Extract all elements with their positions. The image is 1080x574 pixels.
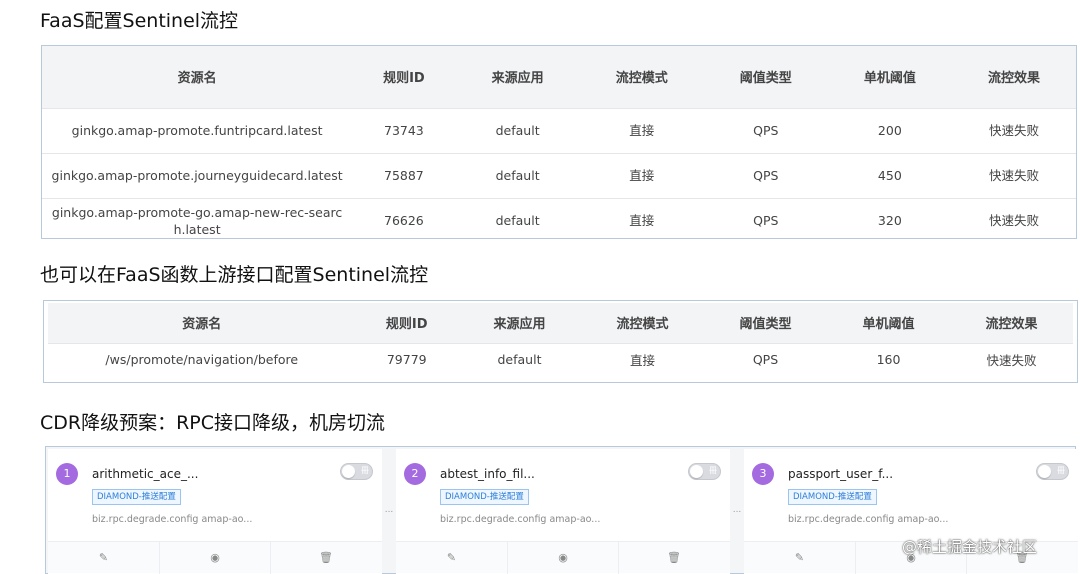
cell-flow-effect: 快速失败 <box>950 342 1073 376</box>
toggle-label: 冊 <box>1057 466 1065 475</box>
cell-flow-effect: 快速失败 <box>951 152 1076 198</box>
card-index-badge: 3 <box>752 463 774 485</box>
cell-threshold-type: QPS <box>703 152 828 198</box>
delete-icon[interactable]: 🗑 <box>618 542 729 574</box>
card-title[interactable]: abtest_info_fil... <box>440 467 535 481</box>
card-enable-toggle[interactable]: 冊 <box>1036 463 1069 480</box>
card-enable-toggle[interactable]: 冊 <box>340 463 373 480</box>
cell-source-app: default <box>455 107 580 153</box>
card-description: biz.rpc.degrade.config amap-ao... <box>92 514 253 525</box>
table-row: ginkgo.amap-promote-go.amap-new-rec-sear… <box>42 197 1076 243</box>
cell-rule-id: 75887 <box>352 152 456 198</box>
view-icon[interactable]: ◉ <box>159 542 270 574</box>
cell-flow-mode: 直接 <box>581 342 704 376</box>
card-index-badge: 2 <box>404 463 426 485</box>
cell-resource-name: ginkgo.amap-promote.funtripcard.latest <box>42 107 353 153</box>
edit-icon[interactable]: ✎ <box>744 542 855 574</box>
card-description: biz.rpc.degrade.config amap-ao... <box>788 514 949 525</box>
card-enable-toggle[interactable]: 冊 <box>688 463 721 480</box>
section1-heading: FaaS配置Sentinel流控 <box>40 10 239 32</box>
cell-source-app: default <box>455 152 580 198</box>
card-actions: ✎ ◉ 🗑 <box>48 541 382 574</box>
col-flow-mode: 流控模式 <box>581 303 704 343</box>
col-flow-effect: 流控效果 <box>951 46 1076 108</box>
cell-flow-mode: 直接 <box>579 197 704 243</box>
cell-threshold-value: 200 <box>827 107 952 153</box>
cell-rule-id: 73743 <box>352 107 456 153</box>
flow-rule-table-2: 资源名 规则ID 来源应用 流控模式 阈值类型 单机阈值 流控效果 /ws/pr… <box>43 300 1078 383</box>
config-type-tag: DIAMOND-推送配置 <box>92 489 181 505</box>
cell-threshold-type: QPS <box>703 107 828 153</box>
col-threshold-value: 单机阈值 <box>827 46 952 108</box>
col-flow-effect: 流控效果 <box>950 303 1073 343</box>
card-separator: ... <box>732 505 742 515</box>
toggle-label: 冊 <box>361 466 369 475</box>
cell-threshold-value: 450 <box>827 152 952 198</box>
plan-card[interactable]: 2 abtest_info_fil... 冊 DIAMOND-推送配置 biz.… <box>396 449 730 574</box>
view-icon[interactable]: ◉ <box>507 542 618 574</box>
col-source-app: 来源应用 <box>455 46 580 108</box>
table-header-row: 资源名 规则ID 来源应用 流控模式 阈值类型 单机阈值 流控效果 <box>42 46 1076 108</box>
plan-card[interactable]: 1 arithmetic_ace_... 冊 DIAMOND-推送配置 biz.… <box>48 449 382 574</box>
toggle-label: 冊 <box>709 466 717 475</box>
table-header-row: 资源名 规则ID 来源应用 流控模式 阈值类型 单机阈值 流控效果 <box>48 303 1073 343</box>
table-row: ginkgo.amap-promote.journeyguidecard.lat… <box>42 152 1076 198</box>
config-type-tag: DIAMOND-推送配置 <box>440 489 529 505</box>
toggle-knob <box>342 465 355 478</box>
col-rule-id: 规则ID <box>355 303 458 343</box>
col-resource-name: 资源名 <box>48 303 356 343</box>
cell-resource-name: ginkgo.amap-promote-go.amap-new-rec-sear… <box>42 197 353 243</box>
cell-source-app: default <box>455 197 580 243</box>
cell-flow-effect: 快速失败 <box>951 197 1076 243</box>
section3-heading: CDR降级预案：RPC接口降级，机房切流 <box>40 412 386 434</box>
toggle-knob <box>690 465 703 478</box>
cell-rule-id: 79779 <box>355 342 458 376</box>
col-threshold-value: 单机阈值 <box>827 303 950 343</box>
site-watermark: @稀土掘金技术社区 <box>902 538 1038 556</box>
card-title[interactable]: passport_user_f... <box>788 467 893 481</box>
table-row: /ws/promote/navigation/before 79779 defa… <box>48 342 1073 376</box>
cell-threshold-value: 160 <box>827 342 950 376</box>
col-flow-mode: 流控模式 <box>579 46 704 108</box>
col-resource-name: 资源名 <box>42 46 353 108</box>
flow-rule-table-1: 资源名 规则ID 来源应用 流控模式 阈值类型 单机阈值 流控效果 ginkgo… <box>41 45 1077 243</box>
col-source-app: 来源应用 <box>458 303 581 343</box>
cell-flow-effect: 快速失败 <box>951 107 1076 153</box>
cell-threshold-type: QPS <box>703 197 828 243</box>
card-description: biz.rpc.degrade.config amap-ao... <box>440 514 601 525</box>
cell-resource-name: /ws/promote/navigation/before <box>48 342 356 376</box>
delete-icon[interactable]: 🗑 <box>270 542 381 574</box>
card-separator: ... <box>384 505 394 515</box>
col-rule-id: 规则ID <box>352 46 456 108</box>
cell-rule-id: 76626 <box>352 197 456 243</box>
col-threshold-type: 阈值类型 <box>704 303 827 343</box>
cell-resource-name: ginkgo.amap-promote.journeyguidecard.lat… <box>42 152 353 198</box>
cell-threshold-type: QPS <box>704 342 827 376</box>
edit-icon[interactable]: ✎ <box>48 542 159 574</box>
card-index-badge: 1 <box>56 463 78 485</box>
table-row: ginkgo.amap-promote.funtripcard.latest 7… <box>42 107 1076 153</box>
cell-threshold-value: 320 <box>827 197 952 243</box>
toggle-knob <box>1038 465 1051 478</box>
card-title[interactable]: arithmetic_ace_... <box>92 467 198 481</box>
edit-icon[interactable]: ✎ <box>396 542 507 574</box>
cell-flow-mode: 直接 <box>579 152 704 198</box>
config-type-tag: DIAMOND-推送配置 <box>788 489 877 505</box>
cell-source-app: default <box>458 342 581 376</box>
section2-heading: 也可以在FaaS函数上游接口配置Sentinel流控 <box>40 264 429 286</box>
cell-flow-mode: 直接 <box>579 107 704 153</box>
col-threshold-type: 阈值类型 <box>703 46 828 108</box>
card-actions: ✎ ◉ 🗑 <box>396 541 730 574</box>
